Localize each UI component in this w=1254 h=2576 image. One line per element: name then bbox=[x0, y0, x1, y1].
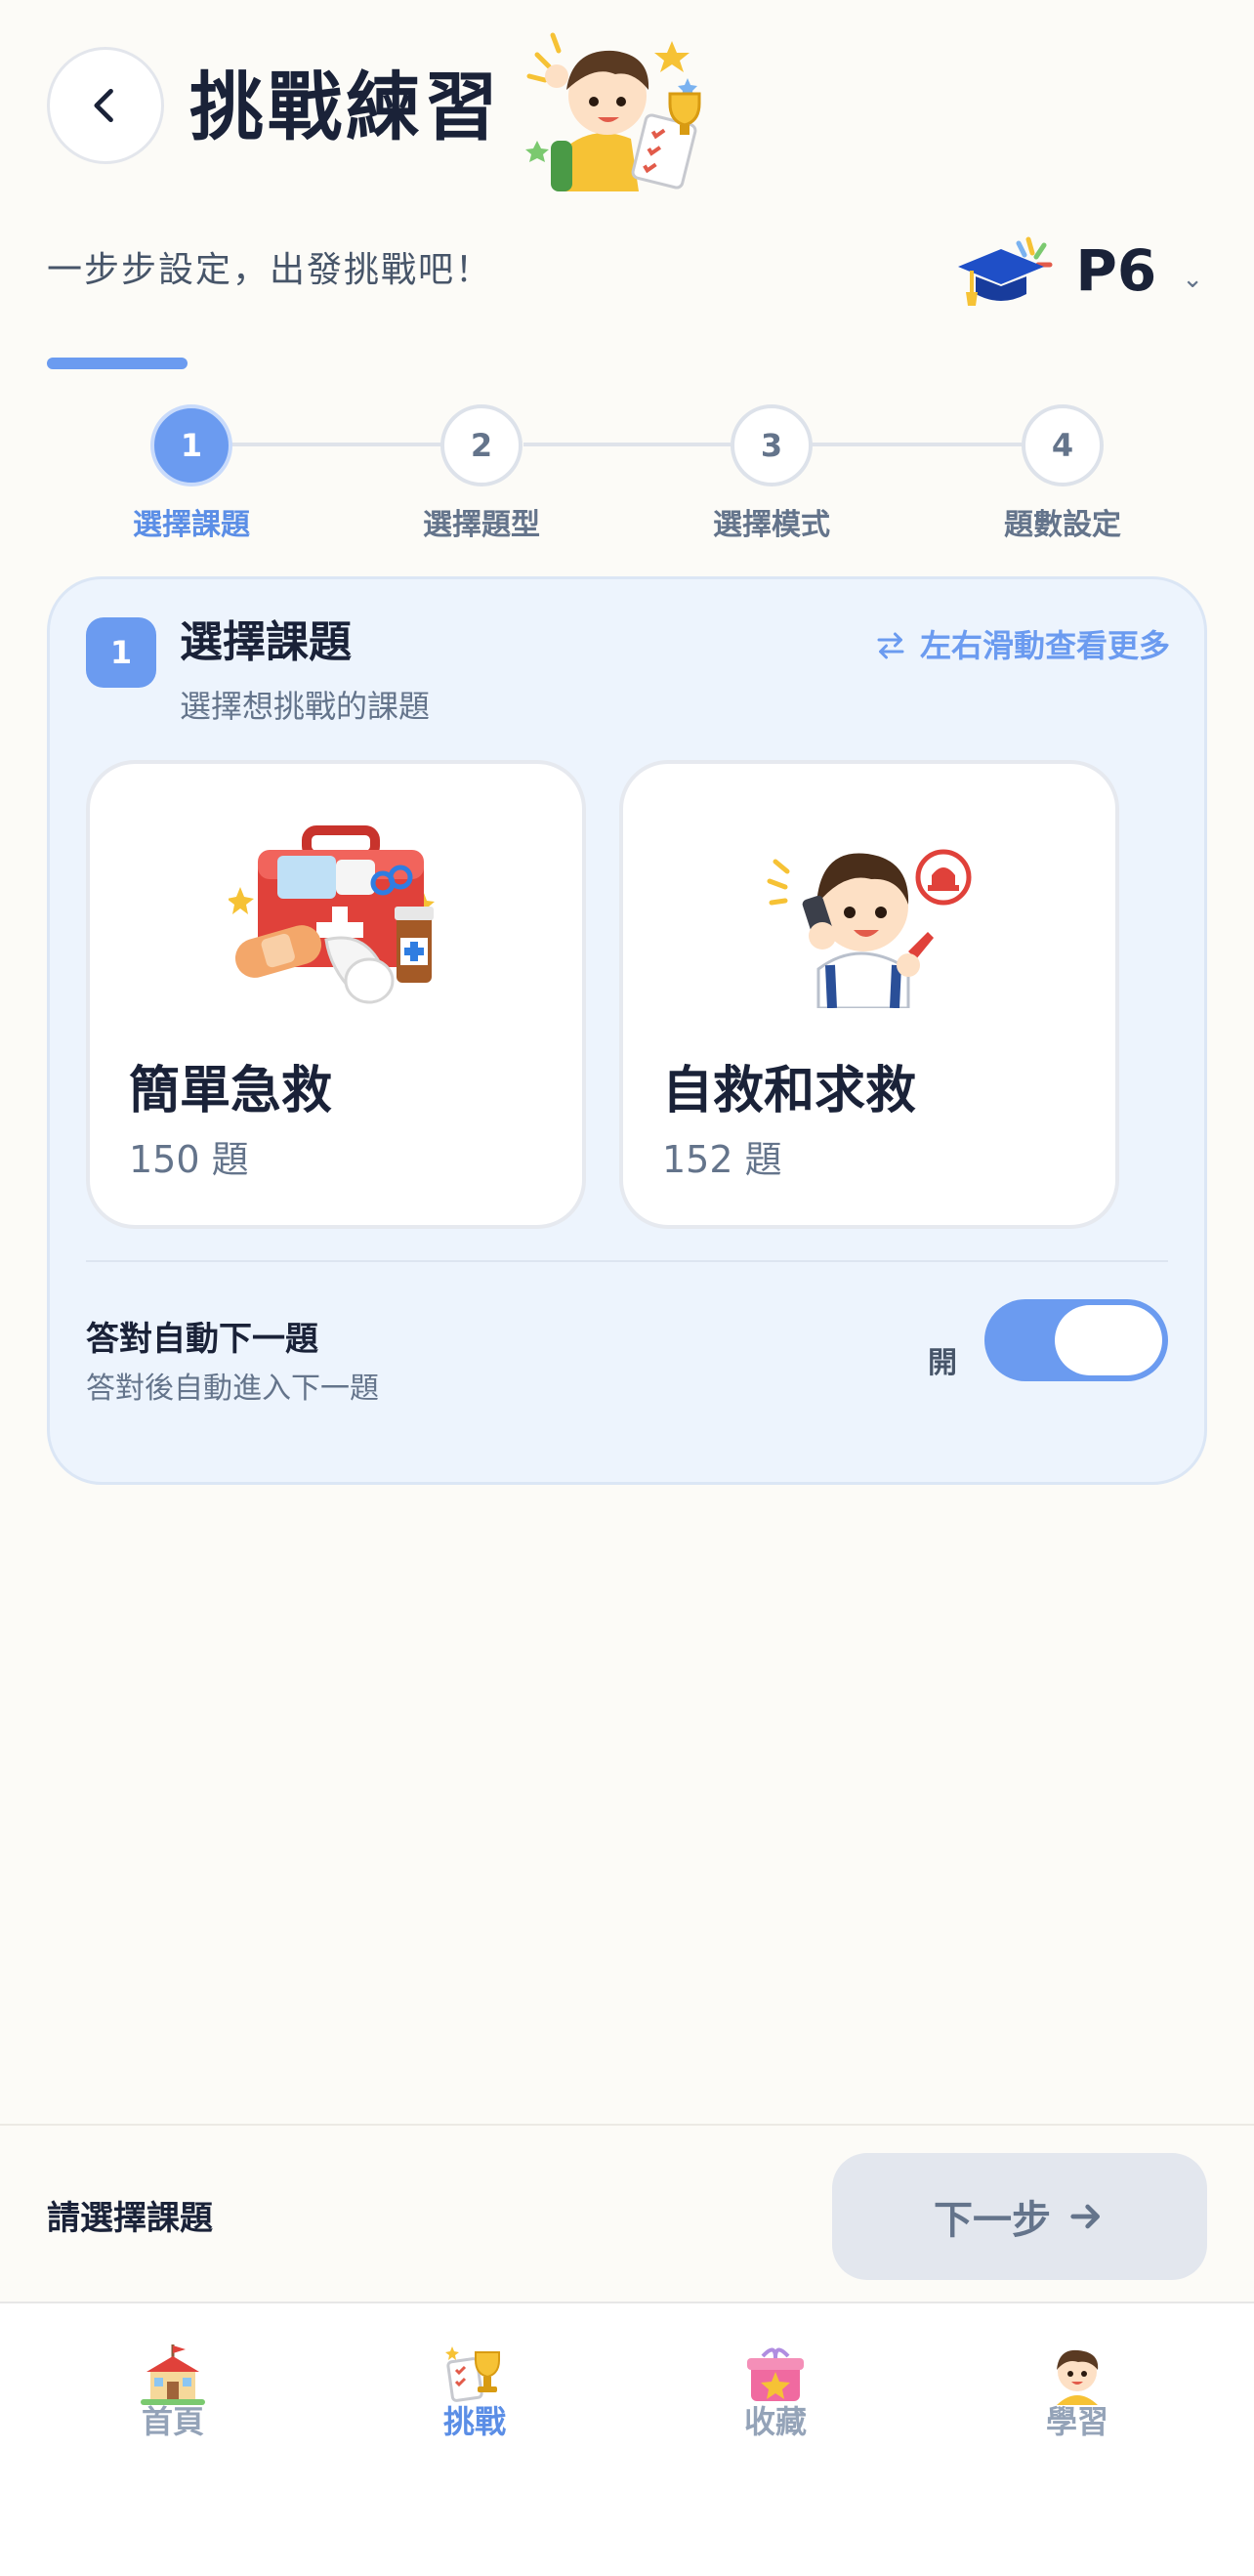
school-house-icon bbox=[141, 2344, 205, 2405]
step-4-label: 題數設定 bbox=[1004, 508, 1121, 542]
topic-card-self-rescue[interactable]: 自救和求救 152 題 bbox=[619, 760, 1119, 1229]
grade-selector[interactable]: P6 ⌄ bbox=[950, 227, 1203, 315]
swap-arrows-icon bbox=[877, 632, 904, 659]
trophy-checklist-icon bbox=[445, 2346, 500, 2402]
step-connector bbox=[523, 443, 731, 446]
page-title: 挑戰練習 bbox=[189, 63, 502, 150]
swipe-hint-label: 左右滑動查看更多 bbox=[919, 627, 1170, 664]
toggle-knob bbox=[1055, 1305, 1162, 1375]
nav-item-learn[interactable]: 學習 bbox=[980, 2343, 1175, 2444]
nav-label: 收藏 bbox=[743, 2403, 807, 2440]
swipe-hint: 左右滑動查看更多 bbox=[873, 623, 1170, 668]
gift-box-icon bbox=[747, 2347, 804, 2401]
auto-next-subtitle: 答對後自動進入下一題 bbox=[86, 1372, 379, 1406]
grade-value: P6 bbox=[1075, 237, 1157, 304]
auto-next-toggle[interactable] bbox=[984, 1299, 1168, 1381]
back-button[interactable] bbox=[47, 47, 164, 164]
boy-calling-for-help-icon bbox=[767, 849, 972, 1008]
nav-item-challenge[interactable]: 挑戰 bbox=[377, 2343, 572, 2444]
section-subtitle: 選擇想挑戰的課題 bbox=[180, 688, 431, 725]
divider bbox=[86, 1260, 1168, 1262]
nav-label: 學習 bbox=[1045, 2403, 1108, 2440]
nav-item-favorites[interactable]: 收藏 bbox=[678, 2343, 873, 2444]
chevron-left-icon bbox=[94, 88, 113, 123]
topic-card-first-aid[interactable]: 簡單急救 150 題 bbox=[86, 760, 586, 1229]
section-number-badge: 1 bbox=[86, 617, 156, 688]
arrow-right-icon bbox=[1070, 2204, 1100, 2229]
step-3-label: 選擇模式 bbox=[713, 508, 830, 542]
step-2-indicator[interactable]: 2 bbox=[440, 404, 522, 486]
step-1-label: 選擇課題 bbox=[133, 508, 250, 542]
next-step-label: 下一步 bbox=[934, 2198, 1051, 2243]
page-subtitle: 一步步設定，出發挑戰吧！ bbox=[47, 250, 493, 290]
first-aid-kit-icon bbox=[229, 825, 435, 1004]
topic-question-count: 152 題 bbox=[662, 1138, 782, 1181]
auto-next-title: 答對自動下一題 bbox=[86, 1320, 318, 1359]
progress-indicator bbox=[47, 358, 188, 369]
next-step-button[interactable]: 下一步 bbox=[832, 2153, 1207, 2280]
section-title: 選擇課題 bbox=[180, 617, 352, 667]
action-hint: 請選擇課題 bbox=[47, 2199, 213, 2238]
nav-label: 挑戰 bbox=[442, 2403, 506, 2440]
chevron-down-icon: ⌄ bbox=[1182, 265, 1203, 294]
mascot-boy-trophy-icon bbox=[525, 32, 701, 191]
graduation-cap-icon bbox=[958, 236, 1053, 306]
step-connector bbox=[811, 443, 1022, 446]
step-4-indicator[interactable]: 4 bbox=[1022, 404, 1104, 486]
topic-name: 簡單急救 bbox=[129, 1062, 333, 1120]
student-icon bbox=[1057, 2349, 1099, 2405]
toggle-state-label: 開 bbox=[928, 1346, 957, 1380]
nav-label: 首頁 bbox=[141, 2403, 204, 2440]
nav-item-home[interactable]: 首頁 bbox=[75, 2343, 271, 2444]
step-2-label: 選擇題型 bbox=[423, 508, 540, 542]
step-1-indicator[interactable]: 1 bbox=[150, 404, 232, 486]
topic-name: 自救和求救 bbox=[662, 1062, 917, 1120]
step-3-indicator[interactable]: 3 bbox=[731, 404, 813, 486]
topic-question-count: 150 題 bbox=[129, 1138, 249, 1181]
